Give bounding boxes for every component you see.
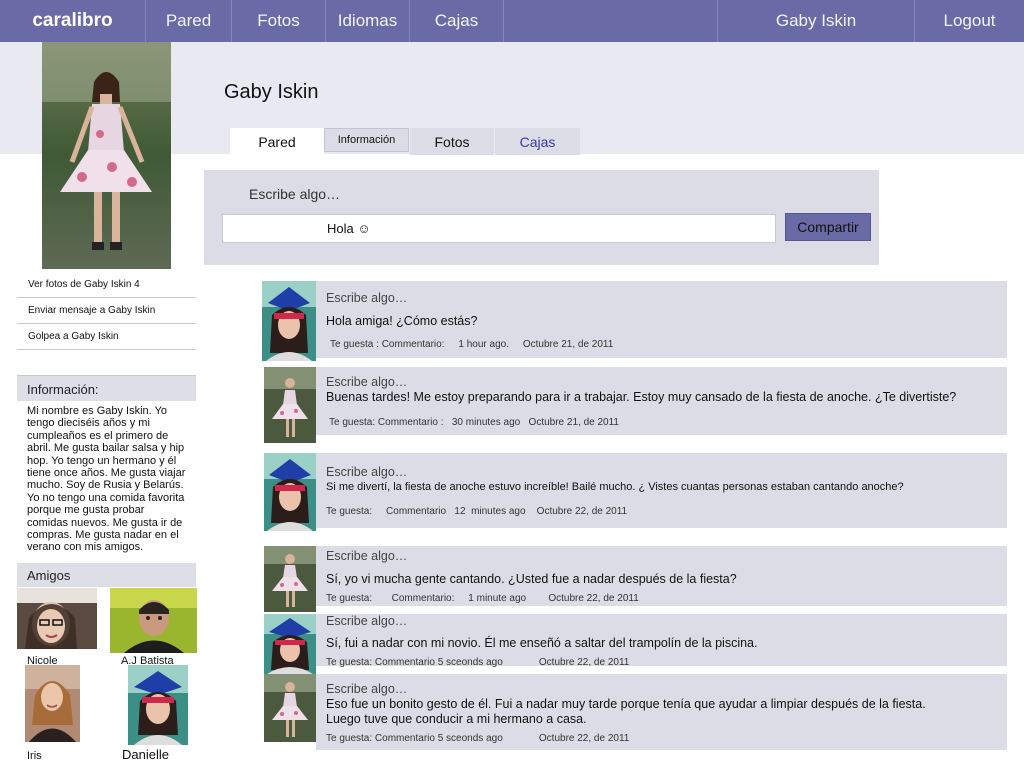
post-text: Eso fue un bonito gesto de él. Fui a nad… [326, 697, 926, 726]
info-text: Mi nombre es Gaby Iskin. Yo tengo diecis… [27, 405, 186, 554]
friend-photo-danielle[interactable] [128, 665, 188, 745]
tab-informacion[interactable]: Información [324, 128, 409, 152]
wall-post: Escribe algo… Sí, fui a nadar con mi nov… [316, 614, 1007, 668]
profile-actions: Ver fotos de Gaby Iskin 4 Enviar mensaje… [17, 272, 196, 350]
post-avatar[interactable] [264, 367, 316, 443]
wall-post: Escribe algo… Buenas tardes! Me estoy pr… [316, 367, 1007, 435]
friend-photo-iris[interactable] [25, 665, 80, 742]
tab-pared[interactable]: Pared [230, 128, 324, 155]
post-avatar[interactable] [264, 453, 316, 531]
post-text: Hola amiga! ¿Cómo estás? [326, 314, 478, 328]
profile-name: Gaby Iskin [224, 81, 319, 103]
post-avatar[interactable] [262, 281, 316, 361]
friends-heading: Amigos [17, 563, 196, 587]
post-text: Sí, yo vi mucha gente cantando. ¿Usted f… [326, 572, 737, 586]
nav-user-name[interactable]: Gaby Iskin [717, 0, 914, 42]
post-meta[interactable]: Te guesta: Commentario : 30 minutes ago … [329, 417, 619, 428]
friend-photo-aj-batista[interactable] [110, 588, 197, 653]
top-nav-bar: caralibro Pared Fotos Idiomas Cajas Gaby… [0, 0, 1024, 42]
nav-pared[interactable]: Pared [145, 0, 231, 42]
post-prompt: Escribe algo… [326, 614, 408, 628]
wall-post: Escribe algo… Sí, yo vi mucha gente cant… [316, 546, 1007, 606]
post-text: Sí, fui a nadar con mi novio. Él me ense… [326, 636, 758, 650]
composer-input[interactable]: Hola ☺ [222, 214, 776, 243]
post-text: Si me divertí, la fiesta de anoche estuv… [326, 481, 904, 493]
post-avatar[interactable] [264, 614, 316, 674]
post-text: Buenas tardes! Me estoy preparando para … [326, 390, 957, 404]
profile-photo[interactable] [42, 42, 171, 269]
post-prompt: Escribe algo… [326, 291, 408, 305]
nav-idiomas[interactable]: Idiomas [325, 0, 409, 42]
brand-logo[interactable]: caralibro [0, 0, 145, 42]
post-meta[interactable]: Te guesta: Commentario 5 sceonds ago Oct… [326, 657, 629, 668]
friend-name-iris[interactable]: Iris [27, 750, 42, 762]
friend-name-danielle[interactable]: Danielle [122, 747, 169, 762]
composer-prompt: Escribe algo… [249, 186, 341, 202]
send-message-link[interactable]: Enviar mensaje a Gaby Iskin [17, 298, 196, 324]
wall-post: Escribe algo… Si me divertí, la fiesta d… [316, 453, 1007, 528]
post-avatar[interactable] [264, 674, 316, 742]
logout-button[interactable]: Logout [914, 0, 1024, 42]
info-heading: Información: [17, 375, 196, 401]
post-prompt: Escribe algo… [326, 375, 408, 389]
post-meta[interactable]: Te guesta: Commentario 5 sceonds ago Oct… [326, 733, 629, 744]
tab-fotos[interactable]: Fotos [410, 128, 494, 155]
wall-post: Escribe algo… Hola amiga! ¿Cómo estás? T… [316, 281, 1007, 358]
post-prompt: Escribe algo… [326, 465, 408, 479]
post-avatar[interactable] [264, 546, 316, 612]
nav-cajas[interactable]: Cajas [409, 0, 504, 42]
friend-photo-nicole[interactable] [17, 588, 97, 649]
post-meta[interactable]: Te guesta: Commentario: 1 minute ago Oct… [326, 593, 639, 604]
post-prompt: Escribe algo… [326, 549, 408, 563]
nav-fotos[interactable]: Fotos [231, 0, 325, 42]
post-composer: Escribe algo… Hola ☺ Compartir [204, 170, 879, 265]
post-meta[interactable]: Te guesta: Commentario 12 minutes ago Oc… [326, 506, 627, 517]
view-photos-link[interactable]: Ver fotos de Gaby Iskin 4 [17, 272, 196, 298]
post-prompt: Escribe algo… [326, 682, 408, 696]
share-button[interactable]: Compartir [785, 213, 871, 241]
post-meta[interactable]: Te guesta : Commentario: 1 hour ago. Oct… [330, 339, 613, 350]
tab-cajas[interactable]: Cajas [495, 128, 580, 155]
wall-post: Escribe algo… Eso fue un bonito gesto de… [316, 674, 1007, 750]
poke-link[interactable]: Golpea a Gaby Iskin [17, 324, 196, 350]
